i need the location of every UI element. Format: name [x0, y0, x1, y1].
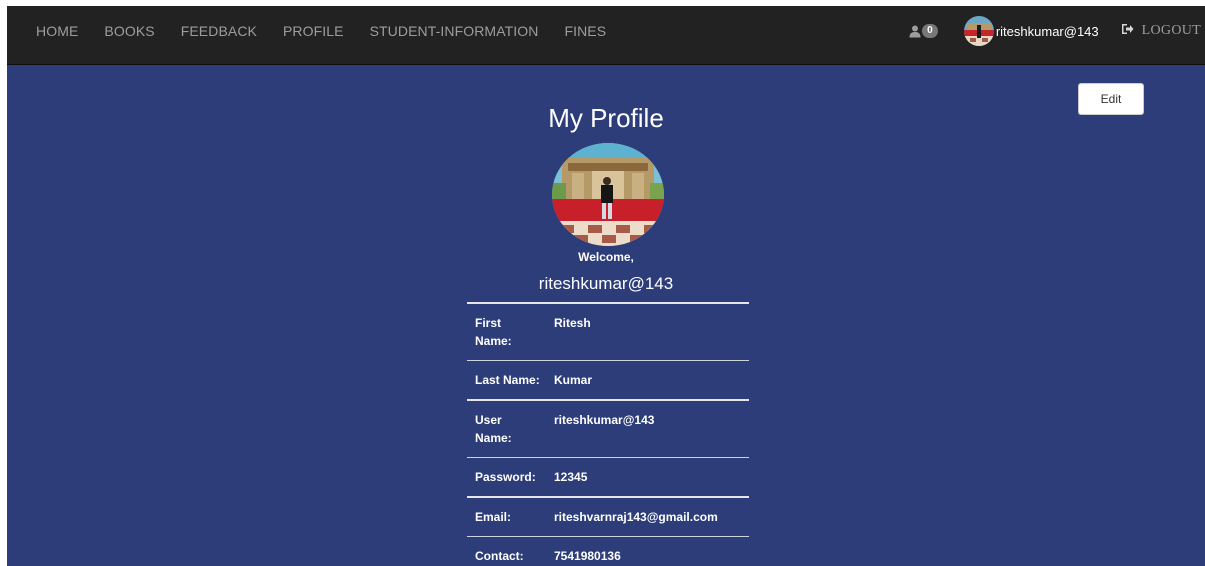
logout-label: LOGOUT [1141, 23, 1201, 38]
profile-table: First Name: Ritesh Last Name: Kumar User… [467, 302, 749, 566]
contact-value: 7541980136 [554, 549, 621, 563]
nav-right: 0 riteshkumar@143 LOGOUT [909, 6, 1205, 56]
app-frame: HOME BOOKS FEEDBACK PROFILE STUDENT-INFO… [7, 6, 1205, 566]
navbar: HOME BOOKS FEEDBACK PROFILE STUDENT-INFO… [7, 6, 1205, 65]
nav-fines[interactable]: FINES [551, 6, 619, 56]
nav-feedback[interactable]: FEEDBACK [168, 6, 270, 56]
table-row: Email: riteshvarnraj143@gmail.com [467, 498, 749, 537]
nav-books[interactable]: BOOKS [91, 6, 167, 56]
welcome-text: Welcome, [578, 250, 634, 264]
password-label: Password: [475, 470, 536, 484]
user-name-value: riteshkumar@143 [554, 413, 655, 427]
table-row: Password: 12345 [467, 458, 749, 498]
last-name-label: Last Name: [475, 373, 540, 387]
user-name: riteshkumar@143 [995, 23, 1099, 39]
nav-home[interactable]: HOME [23, 6, 91, 56]
nav-student-information[interactable]: STUDENT-INFORMATION [357, 6, 552, 56]
profile-photo [552, 143, 664, 246]
user-name-label: User Name: [475, 413, 512, 445]
email-label: Email: [475, 510, 512, 524]
notification-button[interactable]: 0 [909, 24, 938, 38]
welcome-username: riteshkumar@143 [538, 274, 674, 293]
nav-profile[interactable]: PROFILE [270, 6, 357, 56]
password-value: 12345 [554, 470, 588, 484]
table-row: Last Name: Kumar [467, 361, 749, 401]
first-name-label: First Name: [475, 316, 512, 348]
page-title: My Profile [548, 103, 664, 133]
table-row: User Name: riteshkumar@143 [467, 401, 749, 458]
table-row: Contact: 7541980136 [467, 537, 749, 566]
email-value: riteshvarnraj143@gmail.com [554, 510, 718, 524]
notification-badge: 0 [921, 24, 938, 38]
user-icon [909, 25, 921, 38]
last-name-value: Kumar [554, 373, 593, 387]
nav-menu: HOME BOOKS FEEDBACK PROFILE STUDENT-INFO… [23, 6, 619, 56]
user-menu[interactable]: riteshkumar@143 [963, 16, 1099, 46]
avatar [963, 16, 994, 46]
first-name-value: Ritesh [554, 316, 591, 330]
contact-label: Contact: [475, 549, 524, 563]
table-row: First Name: Ritesh [467, 304, 749, 361]
logout-button[interactable]: LOGOUT [1121, 22, 1201, 40]
logout-icon [1121, 22, 1134, 40]
